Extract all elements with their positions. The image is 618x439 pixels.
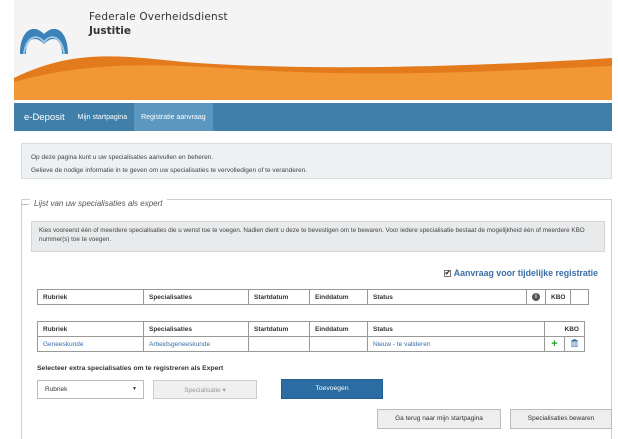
temporary-registration-checkbox[interactable]: ✔ <box>443 269 451 277</box>
table-header-row: Rubriek Specialisaties Startdatum Eindda… <box>37 289 590 305</box>
main-navbar: e-Deposit Mijn startpagina Registratie a… <box>14 103 612 131</box>
add-button[interactable]: Toevoegen <box>281 379 383 399</box>
cell-status: Nieuw - te valideren <box>367 336 545 352</box>
specialisatie-link[interactable]: Arbeidsgeneeskunde <box>149 341 210 348</box>
intro-line-2: Gelieve de nodige informatie in te geven… <box>31 167 308 174</box>
rubriek-link[interactable]: Geneeskunde <box>43 341 83 348</box>
info-icon[interactable]: i <box>532 293 540 301</box>
justice-logo-icon <box>20 28 68 55</box>
col-empty <box>570 289 590 305</box>
specialisations-table: Rubriek Specialisaties Startdatum Eindda… <box>37 321 585 352</box>
specialisations-header-table: Rubriek Specialisaties Startdatum Eindda… <box>37 289 590 305</box>
col-info: i <box>526 289 546 305</box>
specialisatie-select-value: Specialisatie <box>184 387 221 394</box>
col-einddatum: Einddatum <box>309 321 368 337</box>
brand-link[interactable]: e-Deposit <box>24 112 65 123</box>
nav-item-startpagina[interactable]: Mijn startpagina <box>71 103 134 131</box>
add-kbo-plus-icon[interactable]: + <box>551 338 557 350</box>
specialisatie-select[interactable]: Specialisatie ▾ <box>153 380 257 399</box>
trash-icon[interactable] <box>571 339 578 348</box>
cell-specialisatie: Arbeidsgeneeskunde <box>143 336 249 352</box>
cell-rubriek: Geneeskunde <box>37 336 144 352</box>
col-kbo: KBO <box>544 289 572 305</box>
cell-delete <box>564 336 585 352</box>
cell-startdatum <box>248 336 310 352</box>
col-rubriek: Rubriek <box>37 289 144 305</box>
rubriek-select-value: Rubriek <box>45 386 68 393</box>
col-startdatum: Startdatum <box>248 321 310 337</box>
add-specialisation-label: Selecteer extra specialisaties om te reg… <box>37 365 224 372</box>
nav-item-registratie[interactable]: Registratie aanvraag <box>134 103 213 131</box>
legend-dash <box>21 204 29 205</box>
intro-info-box: Op deze pagina kunt u uw specialisaties … <box>21 143 612 179</box>
org-name-line1: Federale Overheidsdienst <box>89 11 228 23</box>
status-link[interactable]: Nieuw - te valideren <box>373 341 430 348</box>
col-startdatum: Startdatum <box>248 289 310 305</box>
chevron-down-icon: ▼ <box>132 386 137 392</box>
cell-add-kbo: + <box>544 336 565 352</box>
cell-einddatum <box>309 336 368 352</box>
col-specialisaties: Specialisaties <box>143 289 249 305</box>
section-legend: Lijst van uw specialisaties als expert <box>30 199 167 208</box>
col-rubriek: Rubriek <box>37 321 144 337</box>
col-status: Status <box>367 289 527 305</box>
col-status: Status <box>367 321 545 337</box>
caret-down-icon: ▾ <box>222 387 226 394</box>
col-specialisaties: Specialisaties <box>143 321 249 337</box>
col-einddatum: Einddatum <box>309 289 368 305</box>
rubriek-select[interactable]: Rubriek ▼ <box>37 380 144 399</box>
intro-line-1: Op deze pagina kunt u uw specialisaties … <box>31 154 214 161</box>
back-to-home-button[interactable]: Ga terug naar mijn startpagina <box>377 409 501 429</box>
org-name-line2: Justitie <box>89 25 131 37</box>
temporary-registration-toggle[interactable]: ✔ Aanvraag voor tijdelijke registratie <box>443 268 598 278</box>
temporary-registration-label: Aanvraag voor tijdelijke registratie <box>453 268 598 278</box>
table-header-row: Rubriek Specialisaties Startdatum Eindda… <box>37 321 585 337</box>
site-header: Federale Overheidsdienst Justitie <box>14 0 612 100</box>
guide-text: Kies vooreerst één of meerdere specialis… <box>31 221 605 252</box>
save-specialisations-button[interactable]: Specialisaties bewaren <box>510 409 612 429</box>
table-row: Geneeskunde Arbeidsgeneeskunde Nieuw - t… <box>37 336 585 352</box>
col-kbo: KBO <box>544 321 585 337</box>
